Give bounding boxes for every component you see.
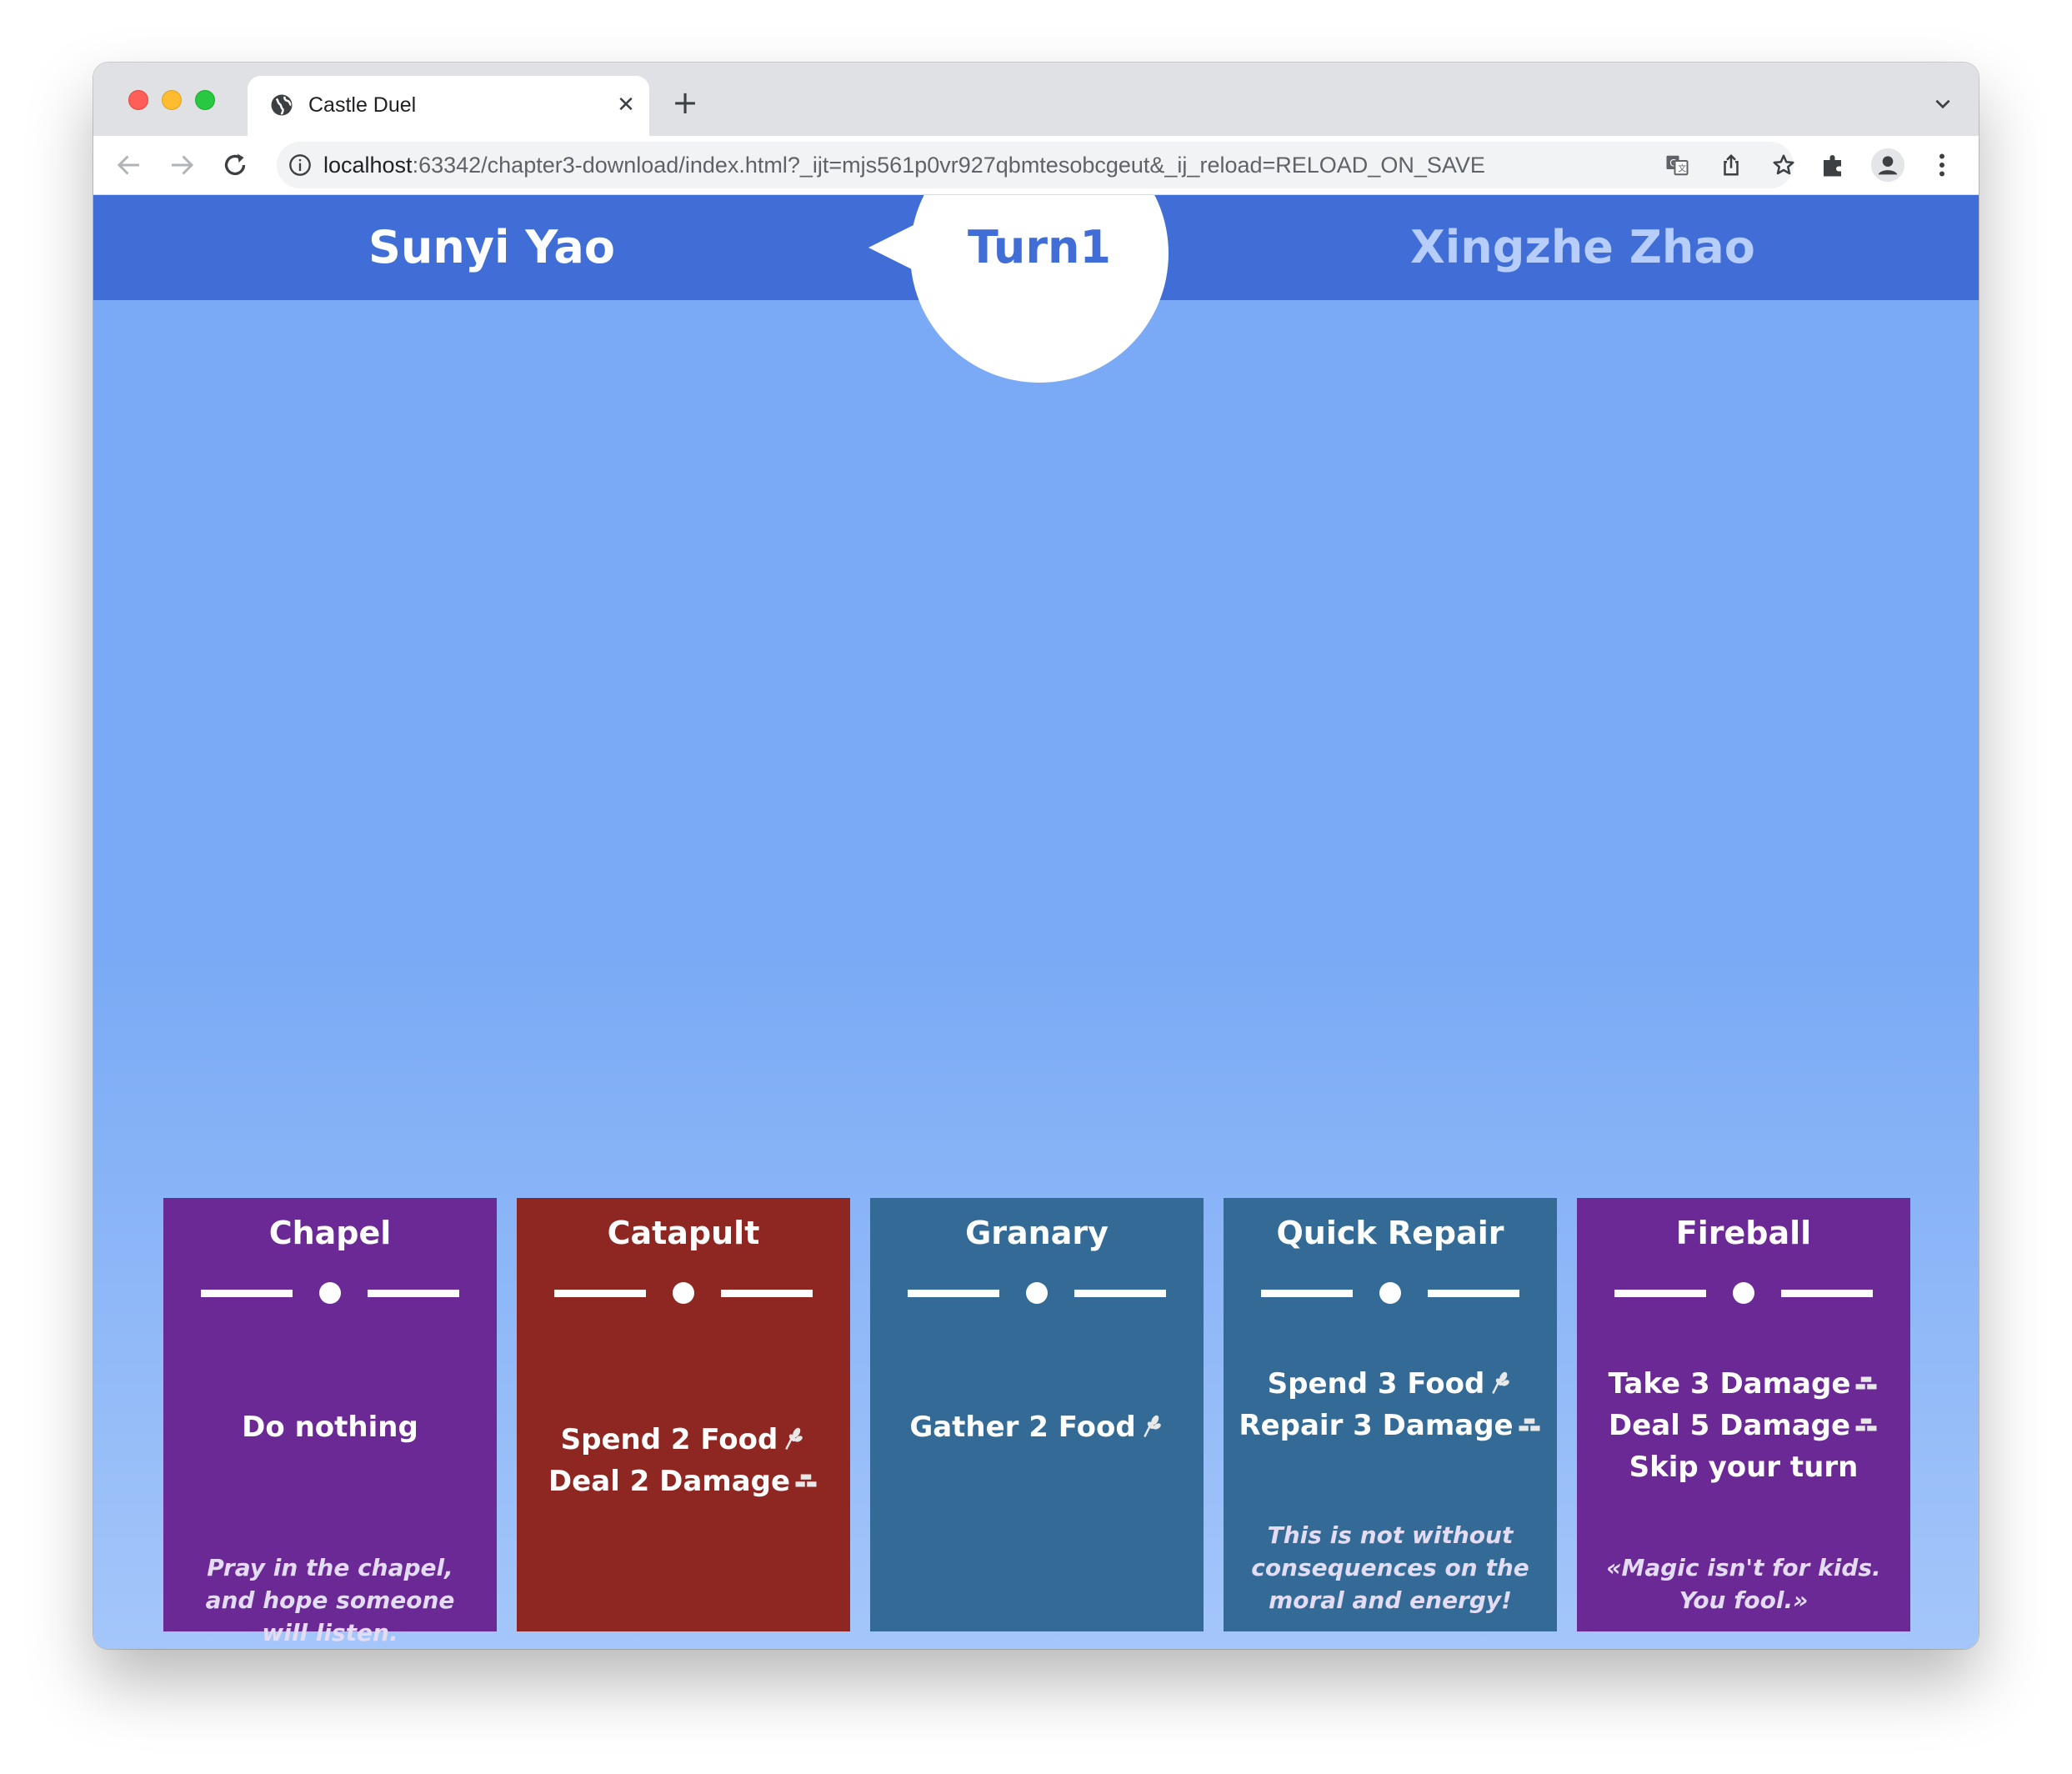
card-title: Catapult — [607, 1215, 760, 1251]
address-bar[interactable]: localhost:63342/chapter3-download/index.… — [277, 142, 1794, 188]
turn-indicator-arrow — [868, 224, 915, 271]
share-icon[interactable] — [1719, 153, 1744, 178]
card-effect-text: Deal 5 Damage — [1608, 1409, 1851, 1442]
separator-line — [554, 1290, 646, 1297]
food-icon — [1136, 1411, 1164, 1444]
card-fireball[interactable]: Fireball Take 3 Damage Deal 5 Damage Skip y… — [1577, 1198, 1910, 1631]
plus-icon[interactable]: + — [668, 87, 702, 121]
back-icon[interactable] — [114, 150, 144, 180]
card-title: Fireball — [1675, 1215, 1812, 1251]
card-effect-text: Take 3 Damage — [1608, 1367, 1851, 1401]
card-effect-text: Spend 2 Food — [560, 1423, 778, 1456]
card-granary[interactable]: Granary Gather 2 Food — [870, 1198, 1204, 1631]
globe-icon — [271, 94, 293, 116]
menu-icon[interactable] — [1927, 150, 1957, 180]
info-icon[interactable] — [288, 153, 312, 177]
turn-label: Turn1 — [968, 221, 1111, 273]
translate-icon[interactable]: G 文 — [1664, 153, 1689, 178]
player1-name: Sunyi Yao — [368, 221, 615, 273]
damage-icon — [1514, 1409, 1542, 1442]
card-effect-text: Deal 2 Damage — [548, 1465, 791, 1498]
separator-line — [1614, 1290, 1706, 1297]
star-icon[interactable] — [1771, 153, 1796, 178]
close-icon[interactable]: ✕ — [612, 91, 640, 119]
separator-line — [721, 1290, 813, 1297]
tab-title: Castle Duel — [308, 93, 417, 117]
separator-dot — [673, 1282, 694, 1304]
card-title: Quick Repair — [1276, 1215, 1504, 1251]
card-quick-repair[interactable]: Quick Repair Spend 3 Food Repair 3 Damage T… — [1224, 1198, 1557, 1631]
separator-line — [1074, 1290, 1166, 1297]
card-effect-line: Do nothing — [172, 1406, 488, 1448]
card-effect-text: Repair 3 Damage — [1239, 1409, 1514, 1442]
card-description: Do nothing — [172, 1406, 488, 1448]
card-flavor-text: «Magic isn't for kids. You fool.» — [1606, 1554, 1881, 1614]
chevron-down-icon[interactable] — [1932, 93, 1954, 114]
url-text[interactable]: localhost:63342/chapter3-download/index.… — [323, 142, 1485, 188]
separator-line — [1261, 1290, 1353, 1297]
food-icon — [778, 1423, 806, 1456]
card-title: Chapel — [268, 1215, 392, 1251]
minimize-window-button[interactable] — [162, 90, 182, 110]
maximize-window-button[interactable] — [195, 90, 215, 110]
card-effect-line: Deal 2 Damage — [525, 1461, 842, 1502]
browser-toolbar: localhost:63342/chapter3-download/index.… — [93, 136, 1979, 195]
card-effect-line: Take 3 Damage — [1585, 1363, 1902, 1405]
food-icon — [1484, 1367, 1513, 1401]
card-effect-line: Spend 2 Food — [525, 1419, 842, 1461]
player2-name: Xingzhe Zhao — [1410, 221, 1755, 273]
card-effect-line: Skip your turn — [1585, 1446, 1902, 1488]
card-effect-line: Repair 3 Damage — [1232, 1405, 1549, 1446]
card-chapel[interactable]: Chapel Do nothing Pray in the chapel, and … — [163, 1198, 497, 1646]
card-effect-text: Gather 2 Food — [909, 1411, 1136, 1444]
reload-icon[interactable] — [220, 150, 250, 180]
damage-icon — [790, 1465, 818, 1498]
separator-dot — [1026, 1282, 1048, 1304]
separator-dot — [1733, 1282, 1754, 1304]
url-path: :63342/chapter3-download/index.html?_ijt… — [412, 153, 1485, 178]
card-catapult[interactable]: Catapult Spend 2 Food Deal 2 Damage — [517, 1198, 850, 1631]
profile-icon[interactable] — [1870, 148, 1905, 183]
card-title: Granary — [965, 1215, 1109, 1251]
card-description: Gather 2 Food — [878, 1406, 1195, 1448]
card-description: Spend 2 Food Deal 2 Damage — [525, 1419, 842, 1502]
url-host: localhost — [323, 153, 413, 178]
card-effect-line: Deal 5 Damage — [1585, 1405, 1902, 1446]
card-hand: Chapel Do nothing Pray in the chapel, and … — [163, 1198, 1914, 1646]
damage-icon — [1850, 1409, 1879, 1442]
damage-icon — [1850, 1367, 1879, 1401]
card-effect-text: Do nothing — [242, 1411, 418, 1444]
svg-text:文: 文 — [1678, 163, 1686, 174]
close-window-button[interactable] — [128, 90, 148, 110]
card-effect-line: Gather 2 Food — [878, 1406, 1195, 1448]
game-page: Sunyi Yao Xingzhe Zhao Turn1 Chapel Do no… — [93, 195, 1979, 1649]
card-description: Take 3 Damage Deal 5 Damage Skip your turn — [1585, 1363, 1902, 1488]
browser-window: Castle Duel ✕ + localhost:63342/chapter3… — [93, 63, 1979, 1649]
card-flavor-text: This is not without consequences on the … — [1251, 1521, 1529, 1614]
browser-tab[interactable]: Castle Duel ✕ — [248, 76, 649, 136]
separator-line — [1781, 1290, 1873, 1297]
separator-line — [368, 1290, 459, 1297]
separator-dot — [1379, 1282, 1401, 1304]
tab-strip: Castle Duel ✕ + — [93, 63, 1979, 136]
card-effect-line: Spend 3 Food — [1232, 1363, 1549, 1405]
card-effect-text: Skip your turn — [1629, 1451, 1859, 1484]
separator-line — [1428, 1290, 1519, 1297]
card-description: Spend 3 Food Repair 3 Damage — [1232, 1363, 1549, 1446]
forward-icon[interactable] — [167, 150, 197, 180]
separator-line — [908, 1290, 999, 1297]
separator-line — [201, 1290, 293, 1297]
card-effect-text: Spend 3 Food — [1267, 1367, 1485, 1401]
card-flavor-text: Pray in the chapel, and hope someone wil… — [205, 1554, 455, 1646]
separator-dot — [319, 1282, 341, 1304]
extensions-icon[interactable] — [1819, 150, 1849, 180]
